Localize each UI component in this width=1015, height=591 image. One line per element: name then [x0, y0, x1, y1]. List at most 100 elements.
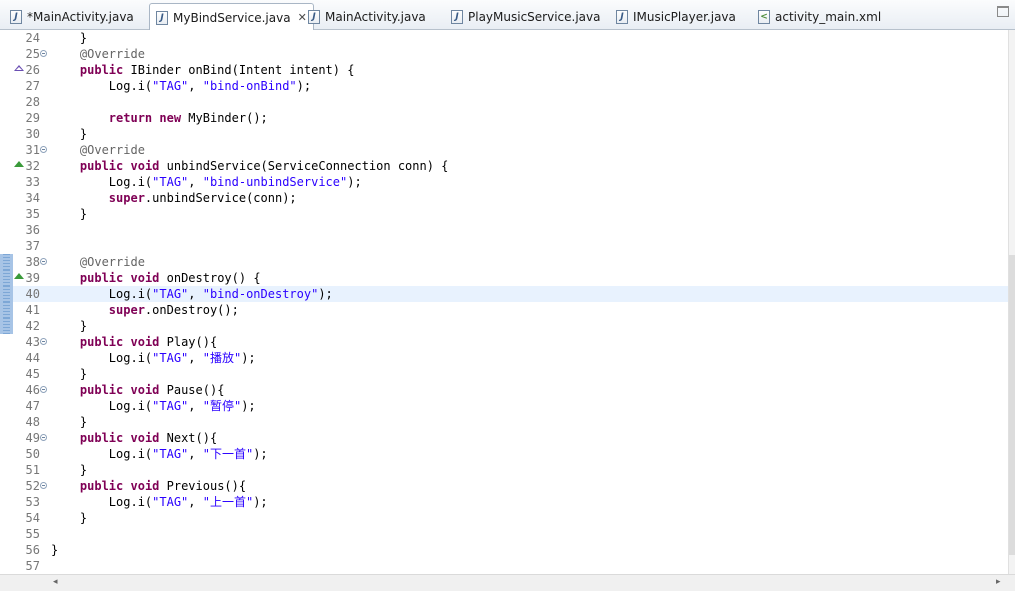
- code-line[interactable]: 57: [0, 558, 1009, 574]
- code-line[interactable]: 40 Log.i("TAG", "bind-onDestroy");: [0, 286, 1009, 302]
- tab-label: activity_main.xml: [775, 9, 882, 24]
- tab-label: MainActivity.java: [325, 9, 426, 24]
- code-text[interactable]: public IBinder onBind(Intent intent) {: [51, 62, 355, 78]
- code-line[interactable]: 37: [0, 238, 1009, 254]
- code-text[interactable]: return new MyBinder();: [51, 110, 268, 126]
- code-text[interactable]: public void Play(){: [51, 334, 217, 350]
- code-text[interactable]: Log.i("TAG", "bind-unbindService");: [51, 174, 362, 190]
- code-text[interactable]: }: [51, 126, 87, 142]
- collapse-fold-icon[interactable]: [40, 258, 47, 265]
- code-line[interactable]: 46 public void Pause(){: [0, 382, 1009, 398]
- vertical-scrollbar-thumb[interactable]: [1009, 255, 1015, 555]
- collapse-fold-icon[interactable]: [40, 50, 47, 57]
- code-text[interactable]: public void unbindService(ServiceConnect…: [51, 158, 448, 174]
- code-line[interactable]: 27 Log.i("TAG", "bind-onBind");: [0, 78, 1009, 94]
- code-line[interactable]: 51 }: [0, 462, 1009, 478]
- code-line[interactable]: 29 return new MyBinder();: [0, 110, 1009, 126]
- line-number: 31: [25, 143, 40, 157]
- line-number: 46: [25, 383, 40, 397]
- tab-mybindservice-java[interactable]: J MyBindService.java ✕: [149, 3, 314, 31]
- code-line[interactable]: 26 public IBinder onBind(Intent intent) …: [0, 62, 1009, 78]
- code-line[interactable]: 47 Log.i("TAG", "暂停");: [0, 398, 1009, 414]
- code-line[interactable]: 49 public void Next(){: [0, 430, 1009, 446]
- code-text[interactable]: public void Next(){: [51, 430, 217, 446]
- tab-activity-main-xml[interactable]: < activity_main.xml: [758, 4, 881, 29]
- code-text[interactable]: Log.i("TAG", "上一首");: [51, 494, 268, 510]
- line-number: 34: [25, 191, 40, 205]
- code-text[interactable]: public void Pause(){: [51, 382, 225, 398]
- close-tab-icon[interactable]: ✕: [298, 11, 307, 24]
- code-line[interactable]: 43 public void Play(){: [0, 334, 1009, 350]
- code-text[interactable]: Log.i("TAG", "暂停");: [51, 398, 256, 414]
- code-text[interactable]: @Override: [51, 46, 145, 62]
- code-text[interactable]: }: [51, 30, 87, 46]
- code-line[interactable]: 24 }: [0, 30, 1009, 46]
- code-line[interactable]: 25 @Override: [0, 46, 1009, 62]
- code-text[interactable]: Log.i("TAG", "bind-onDestroy");: [51, 286, 333, 302]
- code-text[interactable]: }: [51, 318, 87, 334]
- code-text[interactable]: super.onDestroy();: [51, 302, 239, 318]
- code-text[interactable]: }: [51, 510, 87, 526]
- code-text[interactable]: }: [51, 414, 87, 430]
- collapse-fold-icon[interactable]: [40, 386, 47, 393]
- code-text[interactable]: @Override: [51, 254, 145, 270]
- code-line[interactable]: 38 @Override: [0, 254, 1009, 270]
- line-number: 52: [25, 479, 40, 493]
- collapse-fold-icon[interactable]: [40, 434, 47, 441]
- code-editor[interactable]: 24 } 25 @Override 26 public IBinder onBind…: [0, 30, 1009, 574]
- collapse-fold-icon[interactable]: [40, 146, 47, 153]
- code-line[interactable]: 44 Log.i("TAG", "播放");: [0, 350, 1009, 366]
- tab-imusicplayer-java[interactable]: J IMusicPlayer.java: [616, 4, 736, 29]
- code-line[interactable]: 36: [0, 222, 1009, 238]
- line-number: 43: [25, 335, 40, 349]
- line-number: 37: [25, 239, 40, 253]
- java-file-icon: J: [10, 9, 22, 24]
- code-text[interactable]: }: [51, 542, 58, 558]
- java-file-icon: J: [308, 9, 320, 24]
- code-text[interactable]: }: [51, 366, 87, 382]
- scroll-left-arrow-icon[interactable]: ◂: [53, 577, 58, 587]
- code-line[interactable]: 28: [0, 94, 1009, 110]
- code-line[interactable]: 45 }: [0, 366, 1009, 382]
- code-line[interactable]: 32 public void unbindService(ServiceConn…: [0, 158, 1009, 174]
- code-line[interactable]: 31 @Override: [0, 142, 1009, 158]
- maximize-icon[interactable]: [997, 6, 1009, 17]
- code-line[interactable]: 50 Log.i("TAG", "下一首");: [0, 446, 1009, 462]
- tab-playmusicservice-java[interactable]: J PlayMusicService.java: [451, 4, 600, 29]
- code-line[interactable]: 35 }: [0, 206, 1009, 222]
- java-file-icon: J: [156, 10, 168, 25]
- code-text[interactable]: super.unbindService(conn);: [51, 190, 297, 206]
- collapse-fold-icon[interactable]: [40, 482, 47, 489]
- code-line[interactable]: 53 Log.i("TAG", "上一首");: [0, 494, 1009, 510]
- code-line[interactable]: 55: [0, 526, 1009, 542]
- code-text[interactable]: }: [51, 462, 87, 478]
- code-text[interactable]: Log.i("TAG", "播放");: [51, 350, 256, 366]
- scroll-right-arrow-icon[interactable]: ▸: [996, 577, 1001, 587]
- code-line[interactable]: 33 Log.i("TAG", "bind-unbindService");: [0, 174, 1009, 190]
- code-line[interactable]: 52 public void Previous(){: [0, 478, 1009, 494]
- vertical-scrollbar[interactable]: [1008, 30, 1015, 574]
- code-line[interactable]: 42 }: [0, 318, 1009, 334]
- code-text[interactable]: }: [51, 206, 87, 222]
- code-line[interactable]: 48 }: [0, 414, 1009, 430]
- line-number: 24: [25, 31, 40, 45]
- line-number: 39: [25, 271, 40, 285]
- code-line[interactable]: 41 super.onDestroy();: [0, 302, 1009, 318]
- java-file-icon: J: [616, 9, 628, 24]
- collapse-fold-icon[interactable]: [40, 338, 47, 345]
- code-line[interactable]: 56}: [0, 542, 1009, 558]
- code-text[interactable]: @Override: [51, 142, 145, 158]
- code-text[interactable]: public void Previous(){: [51, 478, 246, 494]
- code-line[interactable]: 54 }: [0, 510, 1009, 526]
- code-text[interactable]: public void onDestroy() {: [51, 270, 261, 286]
- code-line[interactable]: 34 super.unbindService(conn);: [0, 190, 1009, 206]
- code-text[interactable]: Log.i("TAG", "下一首");: [51, 446, 268, 462]
- line-number: 54: [25, 511, 40, 525]
- horizontal-scrollbar[interactable]: ◂ ▸: [0, 574, 1015, 591]
- code-line[interactable]: 30 }: [0, 126, 1009, 142]
- line-number: 55: [25, 527, 40, 541]
- tab-mainactivity-java[interactable]: J MainActivity.java: [308, 4, 426, 29]
- code-line[interactable]: 39 public void onDestroy() {: [0, 270, 1009, 286]
- code-text[interactable]: Log.i("TAG", "bind-onBind");: [51, 78, 311, 94]
- tab-mainactivity-java[interactable]: J *MainActivity.java: [10, 4, 134, 29]
